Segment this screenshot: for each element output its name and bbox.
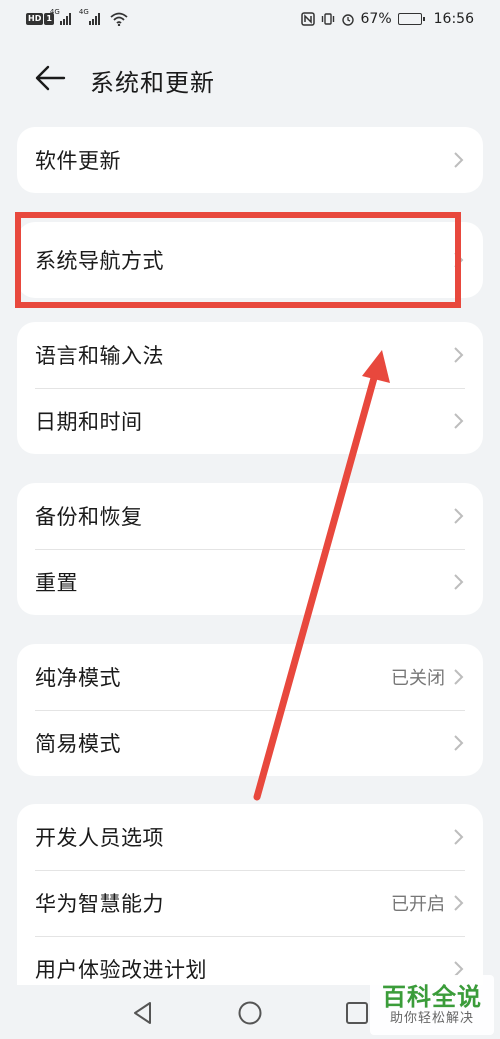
battery-percent: 67% <box>360 11 392 27</box>
status-bar: HD 1 4G 4G 67% 16:56 <box>0 0 500 38</box>
chevron-right-icon <box>454 347 464 363</box>
settings-item-label: 语言和输入法 <box>35 344 164 368</box>
settings-item-huawei-ai[interactable]: 华为智慧能力 已开启 <box>17 870 483 936</box>
settings-card-backup: 备份和恢复 重置 <box>17 483 483 615</box>
nav-back-icon[interactable] <box>130 1000 156 1026</box>
clock: 16:56 <box>433 11 474 27</box>
settings-item-label: 日期和时间 <box>35 410 143 434</box>
watermark-logo: 百科全说 助你轻松解决 <box>370 975 494 1035</box>
watermark-subtitle: 助你轻松解决 <box>389 1011 474 1026</box>
settings-item-status: 已开启 <box>391 894 445 915</box>
settings-card-language: 语言和输入法 日期和时间 <box>17 322 483 454</box>
settings-item-date-time[interactable]: 日期和时间 <box>17 388 483 454</box>
settings-item-label: 软件更新 <box>35 149 121 173</box>
chevron-right-icon <box>454 574 464 590</box>
settings-item-label: 华为智慧能力 <box>35 892 164 916</box>
settings-item-label: 重置 <box>35 571 78 595</box>
alarm-icon <box>341 14 354 26</box>
settings-card-modes: 纯净模式 已关闭 简易模式 <box>17 644 483 776</box>
chevron-right-icon <box>454 895 464 911</box>
signal-icon-1: 4G <box>50 8 71 25</box>
settings-item-label: 系统导航方式 <box>35 249 164 273</box>
chevron-right-icon <box>454 508 464 524</box>
network-type-1: 4G <box>49 8 60 16</box>
chevron-right-icon <box>454 252 464 268</box>
settings-item-status: 已关闭 <box>391 668 445 689</box>
page-header: 系统和更新 <box>0 50 500 106</box>
watermark-title: 百科全说 <box>382 983 482 1011</box>
page-title: 系统和更新 <box>90 69 215 97</box>
settings-item-software-update[interactable]: 软件更新 <box>17 127 483 193</box>
status-left: HD 1 4G 4G <box>26 8 128 26</box>
settings-card-software: 软件更新 <box>17 127 483 193</box>
settings-item-language-input[interactable]: 语言和输入法 <box>17 322 483 388</box>
vibrate-icon <box>321 13 334 25</box>
settings-item-simple-mode[interactable]: 简易模式 <box>17 710 483 776</box>
settings-item-system-navigation[interactable]: 系统导航方式 <box>17 222 483 298</box>
settings-item-backup-restore[interactable]: 备份和恢复 <box>17 483 483 549</box>
wifi-icon <box>110 12 128 26</box>
chevron-right-icon <box>454 413 464 429</box>
nfc-icon <box>300 12 315 26</box>
hd-badge: HD <box>26 13 44 25</box>
chevron-right-icon <box>454 829 464 845</box>
settings-item-reset[interactable]: 重置 <box>17 549 483 615</box>
nav-home-icon[interactable] <box>237 1000 263 1026</box>
battery-icon <box>397 13 425 25</box>
settings-card-developer: 开发人员选项 华为智慧能力 已开启 用户体验改进计划 <box>17 804 483 986</box>
nav-recents-icon[interactable] <box>344 1000 370 1026</box>
settings-item-developer-options[interactable]: 开发人员选项 <box>17 804 483 870</box>
signal-icon-2: 4G <box>79 8 100 25</box>
settings-item-pure-mode[interactable]: 纯净模式 已关闭 <box>17 644 483 710</box>
chevron-right-icon <box>454 669 464 685</box>
settings-item-label: 开发人员选项 <box>35 826 164 850</box>
network-type-2: 4G <box>78 8 89 16</box>
status-right: 67% 16:56 <box>300 11 474 27</box>
settings-card-navigation: 系统导航方式 <box>17 222 483 298</box>
settings-item-label: 简易模式 <box>35 732 121 756</box>
chevron-right-icon <box>454 735 464 751</box>
back-arrow-icon[interactable] <box>34 64 66 92</box>
settings-item-label: 纯净模式 <box>35 666 121 690</box>
settings-item-label: 备份和恢复 <box>35 505 143 529</box>
chevron-right-icon <box>454 152 464 168</box>
